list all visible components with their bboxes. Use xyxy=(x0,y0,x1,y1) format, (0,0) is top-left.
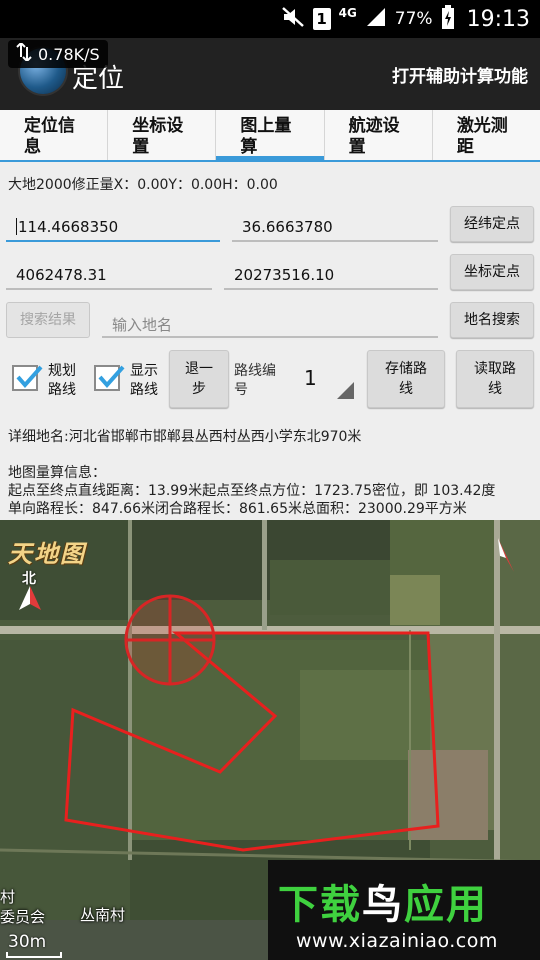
load-route-button[interactable]: 读取路 线 xyxy=(456,350,534,408)
dropdown-triangle-icon[interactable] xyxy=(337,382,354,399)
calc-info-line2: 单向路程长：847.66米闭合路程长：861.65米总面积：23000.29平方… xyxy=(8,501,467,517)
back-step-button[interactable]: 退一 步 xyxy=(169,350,229,408)
north-arrow-icon xyxy=(19,586,41,610)
load-route-line2: 线 xyxy=(488,381,502,397)
latlon-locate-button[interactable]: 经纬定点 xyxy=(450,206,534,242)
network-speed: 0.78K/S xyxy=(38,44,100,64)
battery-percent: 77% xyxy=(394,9,433,29)
open-assist-calc-button[interactable]: 打开辅助计算功能 xyxy=(392,62,528,87)
load-route-line1: 读取路 xyxy=(474,361,516,377)
calc-info-line1: 起点至终点直线距离：13.99米起点至终点方位：1723.75密位，即 103.… xyxy=(8,483,496,499)
detailed-address: 详细地名:河北省邯郸市邯郸县丛西村丛西小学东北970米 xyxy=(8,429,362,445)
tab-bar: 定位信 息 坐标设 置 图上量 算 航迹设 置 激光测 距 xyxy=(0,110,540,162)
coord-y-value: 20273516.10 xyxy=(234,266,335,284)
map-view[interactable]: 天地图 北 村 委员会 丛南村 30m 下载鸟应用 www.xiazainiao… xyxy=(0,520,540,960)
tab-label-line2: 算 xyxy=(240,137,258,157)
tab-laser-ranging[interactable]: 激光测 距 xyxy=(433,110,540,160)
longitude-value: 114.4668350 xyxy=(18,218,119,236)
place-search-button[interactable]: 地名搜索 xyxy=(450,302,534,338)
place-name-input[interactable]: 输入地名 xyxy=(102,302,438,338)
search-results-button[interactable]: 搜索结果 xyxy=(6,302,90,338)
watermark-part1: 下载 xyxy=(278,882,362,928)
mute-icon xyxy=(281,6,305,33)
map-scale-text: 30m xyxy=(8,932,47,952)
plan-route-label: 规划 路线 xyxy=(48,362,76,400)
tab-label-line2: 息 xyxy=(24,137,41,157)
back-step-line1: 退一 xyxy=(185,361,213,377)
correction-info: 大地2000修正量X：0.00Y：0.00H：0.00 xyxy=(8,177,278,193)
sync-arrows-icon xyxy=(16,41,32,65)
save-route-button[interactable]: 存储路 线 xyxy=(367,350,445,408)
save-route-line2: 线 xyxy=(399,381,413,397)
tab-label-line1: 图上量 xyxy=(240,116,292,136)
tab-label-line2: 置 xyxy=(132,137,150,157)
north-label: 北 xyxy=(22,571,36,587)
tab-coordinate-settings[interactable]: 坐标设 置 xyxy=(108,110,217,160)
tab-location-info[interactable]: 定位信 息 xyxy=(0,110,109,160)
watermark-url: www.xiazainiao.com xyxy=(296,930,498,952)
place-label-village-left: 村 xyxy=(0,888,16,906)
watermark-part3: 应用 xyxy=(404,882,488,928)
save-route-line1: 存储路 xyxy=(385,361,427,377)
battery-icon xyxy=(441,4,455,34)
map-scale-bar xyxy=(6,952,62,958)
show-route-label-line2: 路线 xyxy=(130,382,158,398)
latitude-value: 36.6663780 xyxy=(242,218,333,236)
back-step-line2: 步 xyxy=(192,381,206,397)
coord-x-input[interactable]: 4062478.31 xyxy=(6,254,212,290)
clock: 19:13 xyxy=(466,6,530,32)
plan-route-label-line2: 路线 xyxy=(48,382,76,398)
check-icon xyxy=(16,365,43,389)
status-icons: 1 4G 77% 19:13 xyxy=(281,0,530,38)
place-label-congnan-village: 丛南村 xyxy=(80,906,126,924)
show-route-label: 显示 路线 xyxy=(130,362,158,400)
route-number-label-line1: 路线编 xyxy=(234,363,276,379)
network-speed-indicator: 0.78K/S xyxy=(8,40,108,68)
show-route-checkbox[interactable] xyxy=(94,365,125,391)
place-label-committee: 委员会 xyxy=(0,908,46,926)
status-bar: 1 4G 77% 19:13 xyxy=(0,0,540,38)
compass-icon[interactable] xyxy=(494,538,518,574)
tab-label-line1: 坐标设 xyxy=(132,116,184,136)
tab-label-line1: 航迹设 xyxy=(348,116,400,136)
signal-icon xyxy=(365,6,387,33)
watermark-banner: 下载鸟应用 www.xiazainiao.com xyxy=(268,860,540,960)
show-route-label-line1: 显示 xyxy=(130,363,158,379)
check-icon xyxy=(98,365,125,389)
network-type: 4G xyxy=(338,6,357,20)
text-cursor xyxy=(16,218,17,235)
plan-route-checkbox[interactable] xyxy=(12,365,43,391)
calc-info-title: 地图量算信息： xyxy=(8,465,106,481)
tab-label-line2: 距 xyxy=(456,137,474,157)
crosshair-target-icon xyxy=(124,594,216,686)
tab-track-settings[interactable]: 航迹设 置 xyxy=(325,110,433,160)
coord-locate-button[interactable]: 坐标定点 xyxy=(450,254,534,290)
tab-label-line1: 定位信 xyxy=(24,116,75,136)
coord-x-value: 4062478.31 xyxy=(16,266,107,284)
tab-map-measure[interactable]: 图上量 算 xyxy=(216,110,325,162)
sim-slot-icon: 1 xyxy=(312,8,331,30)
latitude-input[interactable]: 36.6663780 xyxy=(232,206,438,242)
tab-label-line2: 置 xyxy=(348,137,366,157)
plan-route-label-line1: 规划 xyxy=(48,363,76,379)
route-number-label-line2: 号 xyxy=(234,382,248,398)
watermark-logo-text: 下载鸟应用 xyxy=(278,872,488,930)
tab-label-line1: 激光测 xyxy=(456,116,508,136)
route-number-label: 路线编 号 xyxy=(234,362,276,400)
watermark-part2: 鸟 xyxy=(362,882,404,928)
route-number-select[interactable]: 1 xyxy=(304,366,317,390)
longitude-input[interactable]: 114.4668350 xyxy=(6,206,220,242)
coord-y-input[interactable]: 20273516.10 xyxy=(224,254,438,290)
tianditu-logo: 天地图 xyxy=(8,539,86,568)
place-name-placeholder: 输入地名 xyxy=(112,316,173,334)
